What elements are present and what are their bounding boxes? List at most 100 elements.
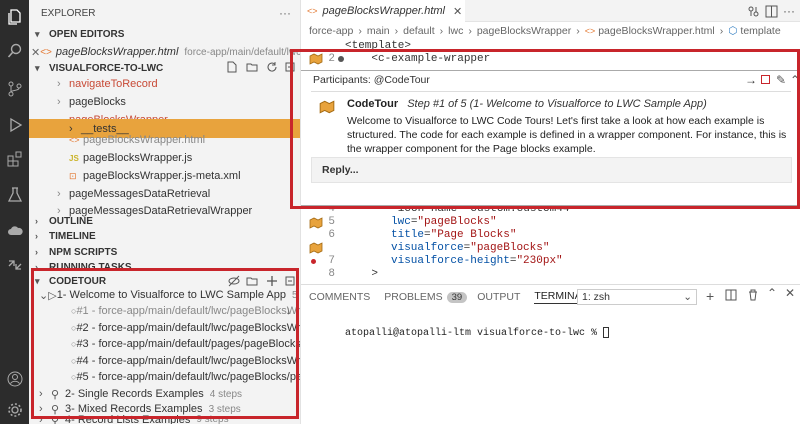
- html-file-icon: <>: [584, 26, 596, 36]
- split-terminal-icon[interactable]: [725, 289, 737, 304]
- arrow-right-icon[interactable]: →: [745, 73, 757, 87]
- tour-label: 2- Single Records Examples: [65, 388, 204, 400]
- breadcrumb-item[interactable]: force-app: [309, 25, 353, 37]
- code-line-8[interactable]: >: [345, 268, 378, 280]
- line-number: 2: [328, 53, 335, 65]
- terminal-select-value: 1: zsh: [582, 291, 611, 303]
- tour-steps: 3 steps: [208, 403, 241, 415]
- remote-icon[interactable]: [6, 256, 23, 273]
- split-editor-icon[interactable]: [764, 2, 778, 20]
- code-line-2[interactable]: <c-example-wrapper: [345, 53, 490, 65]
- close-icon[interactable]: ✕: [31, 46, 40, 59]
- code-string: "Page Blocks": [430, 229, 517, 241]
- tree-item-label: pageMessagesDataRetrieval: [69, 188, 211, 200]
- play-circle-icon[interactable]: ▷: [48, 289, 56, 302]
- chevron-down-icon: ⌄: [683, 291, 692, 303]
- edit-icon[interactable]: ✎: [776, 73, 786, 87]
- tree-item-html-file[interactable]: <> pageBlocksWrapper.html: [29, 131, 300, 149]
- breadcrumb-item[interactable]: lwc: [448, 25, 463, 37]
- tree-item-page-blocks[interactable]: › pageBlocks: [29, 93, 300, 111]
- stop-tour-icon[interactable]: [761, 75, 770, 84]
- codetour-title: CODETOUR: [49, 275, 107, 287]
- new-terminal-icon[interactable]: +: [706, 288, 714, 304]
- chevron-right-icon: ›: [394, 25, 399, 37]
- code-attr: title: [391, 229, 425, 241]
- breakpoint-dot: [338, 56, 344, 62]
- open-editors-section[interactable]: ▾ OPEN EDITORS: [29, 25, 300, 43]
- tour-step-3[interactable]: ○ #3 - force-app/main/default/pages/page…: [29, 335, 301, 353]
- run-debug-icon[interactable]: [6, 116, 23, 133]
- tab-problems[interactable]: PROBLEMS: [384, 291, 442, 303]
- tour-step-1[interactable]: ○ #1 - force-app/main/default/lwc/pageBl…: [29, 302, 300, 320]
- code-line-6[interactable]: title="Page Blocks": [391, 229, 516, 241]
- breadcrumb-item[interactable]: main: [367, 25, 390, 37]
- search-icon[interactable]: [6, 42, 23, 59]
- symbol-icon: ⬡: [728, 25, 738, 37]
- tour-label: 4- Record Lists Examples: [65, 414, 191, 424]
- activity-bar: [0, 0, 29, 424]
- new-file-icon[interactable]: [225, 58, 239, 76]
- breadcrumb-item[interactable]: default: [403, 25, 435, 37]
- tree-item-label: pageBlocksWrapper.html: [83, 134, 206, 146]
- code-line-visualforce[interactable]: visualforce="pageBlocks": [391, 242, 549, 254]
- code-line-1[interactable]: <template>: [345, 40, 411, 52]
- salesforce-cloud-icon[interactable]: [6, 222, 23, 239]
- panel-tabs: COMMENTS PROBLEMS 39 OUTPUT TERMINAL: [309, 286, 588, 308]
- map-pin-icon: ⚲: [51, 415, 60, 424]
- chevron-right-icon: ›: [468, 25, 472, 37]
- open-changes-icon[interactable]: [746, 2, 760, 20]
- tree-item-navigate-to-record[interactable]: › navigateToRecord: [29, 75, 300, 93]
- breadcrumb-item[interactable]: template: [740, 25, 780, 37]
- arrow-down-icon[interactable]: ↓: [286, 305, 292, 317]
- code-line-5[interactable]: lwc="pageBlocks": [391, 216, 497, 228]
- close-panel-icon[interactable]: ✕: [785, 286, 795, 300]
- collapse-all-icon[interactable]: [283, 58, 297, 76]
- tree-item-js-file[interactable]: JS pageBlocksWrapper.js: [29, 149, 300, 167]
- trash-icon[interactable]: [747, 289, 759, 304]
- step-label: #3 - force-app/main/default/pages/pageBl…: [76, 338, 301, 350]
- participants-label: Participants: @CodeTour: [313, 74, 430, 86]
- tour-steps: 5 steps: [291, 289, 300, 301]
- code-line-7[interactable]: visualforce-height="230px": [391, 255, 563, 267]
- code-line-4[interactable]: icon-name="custom:custom44": [345, 206, 576, 215]
- chevron-right-icon: ›: [39, 388, 43, 400]
- line-number: 5: [328, 216, 335, 228]
- maximize-panel-icon[interactable]: ⌃: [767, 286, 777, 300]
- chevron-right-icon: ›: [358, 25, 362, 37]
- breadcrumb-item[interactable]: pageBlocksWrapper.html: [598, 25, 715, 37]
- close-icon[interactable]: ✕: [453, 5, 462, 18]
- tour-item-4[interactable]: › ⚲ 4- Record Lists Examples 9 steps: [29, 414, 300, 424]
- tree-item-meta-xml-file[interactable]: ⊡ pageBlocksWrapper.js-meta.xml: [29, 167, 300, 185]
- explorer-icon[interactable]: [6, 8, 23, 25]
- more-actions-icon[interactable]: ···: [782, 2, 796, 20]
- tab-page-blocks-wrapper[interactable]: <> pageBlocksWrapper.html ✕: [301, 0, 465, 22]
- code-attr: visualforce: [391, 242, 464, 254]
- line-number: 7: [328, 255, 335, 267]
- section-title: NPM SCRIPTS: [49, 246, 118, 258]
- tree-item-page-messages[interactable]: › pageMessagesDataRetrieval: [29, 185, 300, 203]
- more-actions-icon[interactable]: ···: [279, 6, 291, 20]
- extensions-icon[interactable]: [6, 150, 23, 167]
- chevron-right-icon: ›: [57, 96, 61, 108]
- tab-label: pageBlocksWrapper.html: [322, 5, 445, 17]
- collapse-icon[interactable]: ⌃: [790, 73, 800, 87]
- terminal-output[interactable]: atopalli@atopalli-ltm visualforce-to-lwc…: [309, 316, 610, 350]
- explorer-title: EXPLORER: [41, 7, 96, 19]
- tab-output[interactable]: OUTPUT: [477, 291, 520, 303]
- chevron-right-icon: ›: [39, 414, 43, 424]
- tab-comments[interactable]: COMMENTS: [309, 291, 370, 303]
- account-icon[interactable]: [6, 370, 23, 387]
- terminal-select[interactable]: 1: zsh ⌄: [577, 289, 697, 305]
- comment-thread-widget: Participants: @CodeTour → ✎ ⌃ CodeTour S…: [301, 70, 800, 206]
- tour-step-5[interactable]: ○ #5 - force-app/main/default/lwc/pageBl…: [29, 368, 300, 386]
- code-attr: visualforce-height: [391, 255, 510, 267]
- reply-placeholder: Reply...: [322, 164, 359, 176]
- source-control-icon[interactable]: [6, 80, 23, 97]
- reply-box[interactable]: Reply...: [311, 157, 792, 183]
- new-folder-icon[interactable]: [245, 58, 259, 76]
- testing-flask-icon[interactable]: [6, 186, 23, 203]
- breadcrumb-item[interactable]: pageBlocksWrapper: [477, 25, 571, 37]
- chevron-right-icon: ›: [35, 231, 38, 241]
- refresh-icon[interactable]: [265, 58, 279, 76]
- settings-gear-icon[interactable]: [6, 401, 23, 418]
